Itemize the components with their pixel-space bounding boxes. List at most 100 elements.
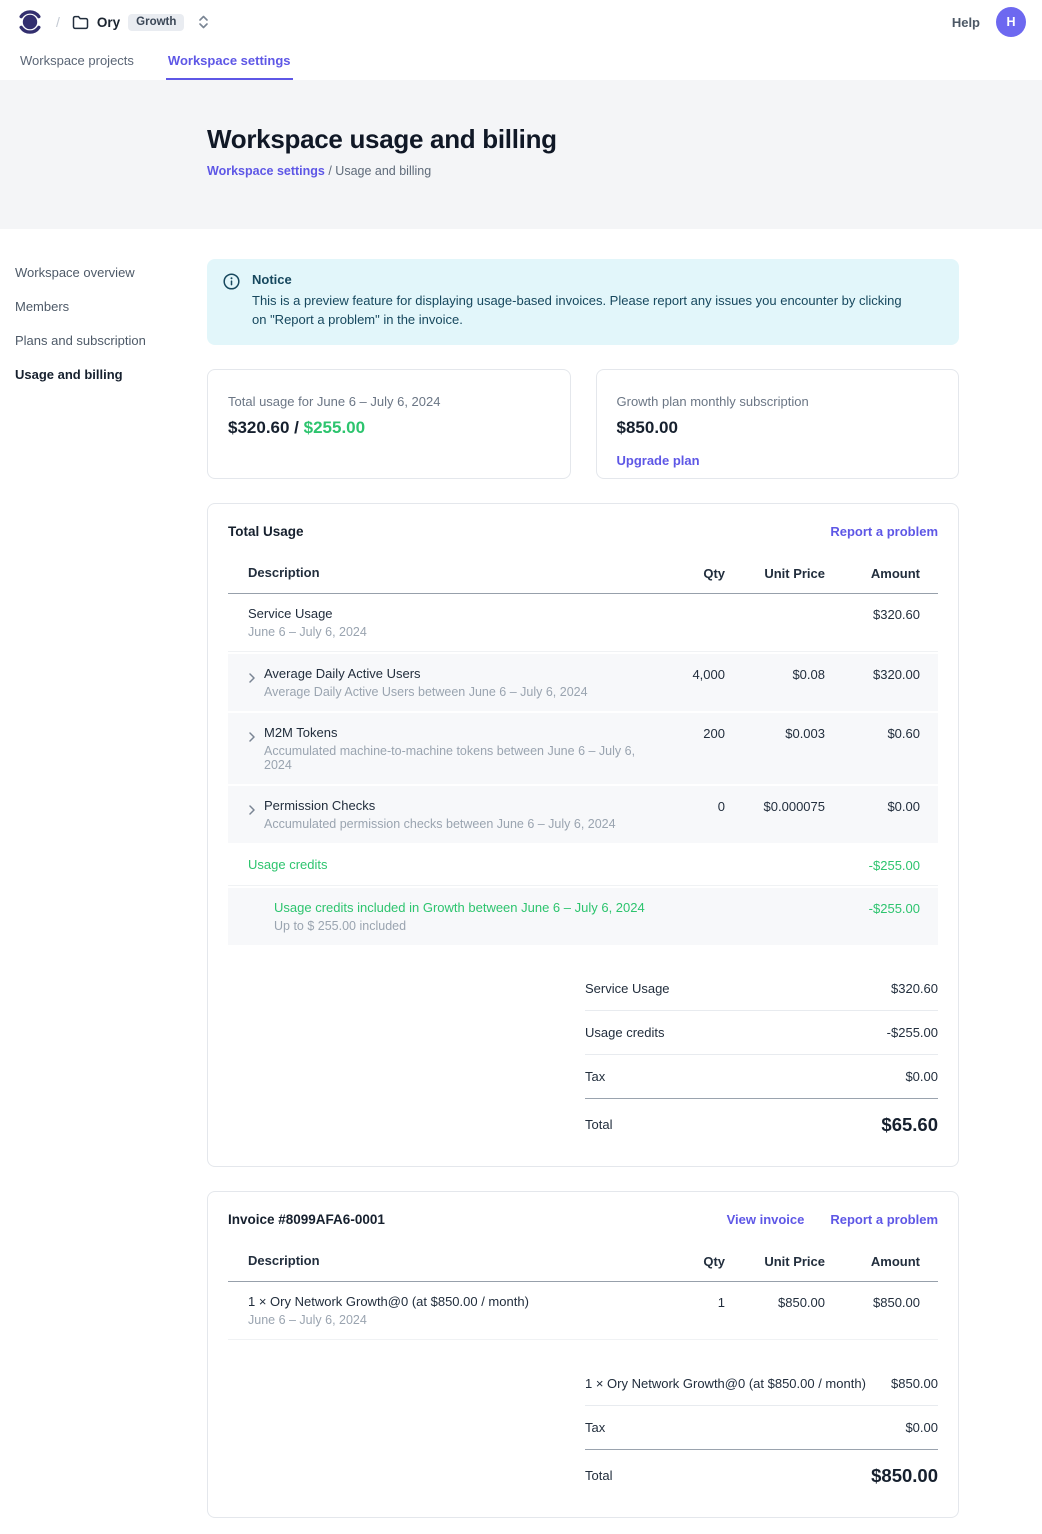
row-amount: $320.00 — [825, 666, 920, 682]
table-row: Average Daily Active Users Average Daily… — [228, 654, 938, 711]
notice-body: This is a preview feature for displaying… — [252, 292, 912, 330]
summary-row-tax: Tax $0.00 — [585, 1055, 938, 1099]
breadcrumb-separator: / — [56, 14, 60, 30]
total-value: $850.00 — [871, 1465, 938, 1487]
invoice-summary: 1 × Ory Network Growth@0 (at $850.00 / m… — [585, 1362, 938, 1491]
breadcrumb-current: / Usage and billing — [325, 164, 431, 178]
total-usage-summary-card: Total usage for June 6 – July 6, 2024 $3… — [207, 369, 571, 479]
row-unit-price — [725, 900, 825, 901]
total-label: Total — [585, 1468, 612, 1483]
row-permission-checks-sub: Accumulated permission checks between Ju… — [264, 817, 616, 831]
summary-value: -$255.00 — [887, 1025, 938, 1040]
row-service-usage-name: Service Usage — [248, 606, 645, 621]
col-amount: Amount — [825, 565, 920, 581]
table-row: Service Usage June 6 – July 6, 2024 $320… — [228, 594, 938, 652]
usage-summary: Service Usage $320.60 Usage credits -$25… — [585, 967, 938, 1140]
user-avatar[interactable]: H — [996, 7, 1026, 37]
row-adau-sub: Average Daily Active Users between June … — [264, 685, 588, 699]
summary-row-plan: 1 × Ory Network Growth@0 (at $850.00 / m… — [585, 1362, 938, 1406]
row-qty — [645, 900, 725, 901]
row-qty: 1 — [645, 1294, 725, 1310]
top-bar: / Ory Growth Help H — [0, 0, 1042, 44]
table-row: 1 × Ory Network Growth@0 (at $850.00 / m… — [228, 1282, 938, 1340]
row-amount: -$255.00 — [825, 857, 920, 873]
row-adau-name: Average Daily Active Users — [264, 666, 588, 681]
summary-value: $320.60 — [891, 981, 938, 996]
col-qty: Qty — [645, 1253, 725, 1269]
workspace-switcher[interactable]: Ory Growth — [72, 14, 210, 31]
total-value: $65.60 — [881, 1114, 938, 1136]
summary-row-total: Total $65.60 — [585, 1099, 938, 1140]
total-usage-amount: $320.60 / $255.00 — [228, 418, 550, 438]
total-usage-card: Total Usage Report a problem Description… — [207, 503, 959, 1167]
col-unit-price: Unit Price — [725, 1253, 825, 1269]
expand-chevron-icon[interactable] — [248, 804, 256, 831]
plan-badge: Growth — [128, 14, 184, 31]
row-amount: $320.60 — [825, 606, 920, 622]
usage-table: Description Qty Unit Price Amount Servic… — [228, 555, 938, 945]
row-amount: $0.00 — [825, 798, 920, 814]
summary-label: Tax — [585, 1069, 605, 1084]
row-unit-price: $850.00 — [725, 1294, 825, 1310]
row-qty — [645, 606, 725, 607]
breadcrumb: Workspace settings / Usage and billing — [207, 164, 1042, 178]
row-usage-credits-detail-name: Usage credits included in Growth between… — [274, 900, 645, 915]
row-qty: 4,000 — [645, 666, 725, 682]
table-row: M2M Tokens Accumulated machine-to-machin… — [228, 713, 938, 784]
table-row: Permission Checks Accumulated permission… — [228, 786, 938, 843]
row-unit-price: $0.003 — [725, 725, 825, 741]
usage-amount-separator: / — [289, 418, 303, 437]
workspace-name: Ory — [97, 15, 120, 30]
invoice-card-title: Invoice #8099AFA6-0001 — [228, 1212, 385, 1227]
expand-chevron-icon[interactable] — [248, 672, 256, 699]
summary-value: $0.00 — [905, 1069, 938, 1084]
row-unit-price: $0.08 — [725, 666, 825, 682]
col-qty: Qty — [645, 565, 725, 581]
row-usage-credits-detail-sub: Up to $ 255.00 included — [274, 919, 645, 933]
ory-logo-icon[interactable] — [18, 8, 42, 36]
info-icon — [223, 273, 240, 330]
summary-value: $0.00 — [905, 1420, 938, 1435]
sidebar-item-usage-and-billing[interactable]: Usage and billing — [15, 361, 195, 388]
total-usage-label: Total usage for June 6 – July 6, 2024 — [228, 394, 550, 409]
report-problem-link[interactable]: Report a problem — [830, 524, 938, 539]
summary-value: $850.00 — [891, 1376, 938, 1391]
row-amount: -$255.00 — [825, 900, 920, 916]
summary-label: 1 × Ory Network Growth@0 (at $850.00 / m… — [585, 1376, 866, 1391]
report-problem-link[interactable]: Report a problem — [830, 1212, 938, 1227]
sidebar-item-workspace-overview[interactable]: Workspace overview — [15, 259, 195, 286]
folder-icon — [72, 15, 89, 30]
row-usage-credits-name: Usage credits — [248, 857, 645, 872]
page-title: Workspace usage and billing — [207, 124, 1042, 155]
usage-credit-limit: $255.00 — [304, 418, 365, 437]
upgrade-plan-link[interactable]: Upgrade plan — [617, 453, 700, 468]
sidebar-item-members[interactable]: Members — [15, 293, 195, 320]
tab-workspace-settings[interactable]: Workspace settings — [166, 44, 293, 80]
breadcrumb-workspace-settings-link[interactable]: Workspace settings — [207, 164, 325, 178]
usage-table-header: Description Qty Unit Price Amount — [228, 555, 938, 594]
tab-workspace-projects[interactable]: Workspace projects — [18, 44, 136, 80]
help-link[interactable]: Help — [952, 15, 980, 30]
col-unit-price: Unit Price — [725, 565, 825, 581]
summary-label: Tax — [585, 1420, 605, 1435]
invoice-line-name: 1 × Ory Network Growth@0 (at $850.00 / m… — [248, 1294, 645, 1309]
expand-chevron-icon[interactable] — [248, 731, 256, 772]
row-service-usage-period: June 6 – July 6, 2024 — [248, 625, 645, 639]
summary-label: Usage credits — [585, 1025, 664, 1040]
summary-row-usage-credits: Usage credits -$255.00 — [585, 1011, 938, 1055]
row-unit-price — [725, 606, 825, 607]
row-permission-checks-name: Permission Checks — [264, 798, 616, 813]
notice-banner: Notice This is a preview feature for dis… — [207, 259, 959, 345]
chevron-updown-icon[interactable] — [198, 14, 209, 30]
summary-row-total: Total $850.00 — [585, 1450, 938, 1491]
col-amount: Amount — [825, 1253, 920, 1269]
invoice-table-header: Description Qty Unit Price Amount — [228, 1243, 938, 1282]
total-usage-card-title: Total Usage — [228, 524, 304, 539]
row-amount: $0.60 — [825, 725, 920, 741]
view-invoice-link[interactable]: View invoice — [727, 1212, 805, 1227]
sidebar-item-plans-and-subscription[interactable]: Plans and subscription — [15, 327, 195, 354]
table-row: Usage credits included in Growth between… — [228, 888, 938, 945]
invoice-card: Invoice #8099AFA6-0001 View invoice Repo… — [207, 1191, 959, 1518]
summary-label: Service Usage — [585, 981, 670, 996]
tab-bar: Workspace projects Workspace settings — [0, 44, 1042, 80]
